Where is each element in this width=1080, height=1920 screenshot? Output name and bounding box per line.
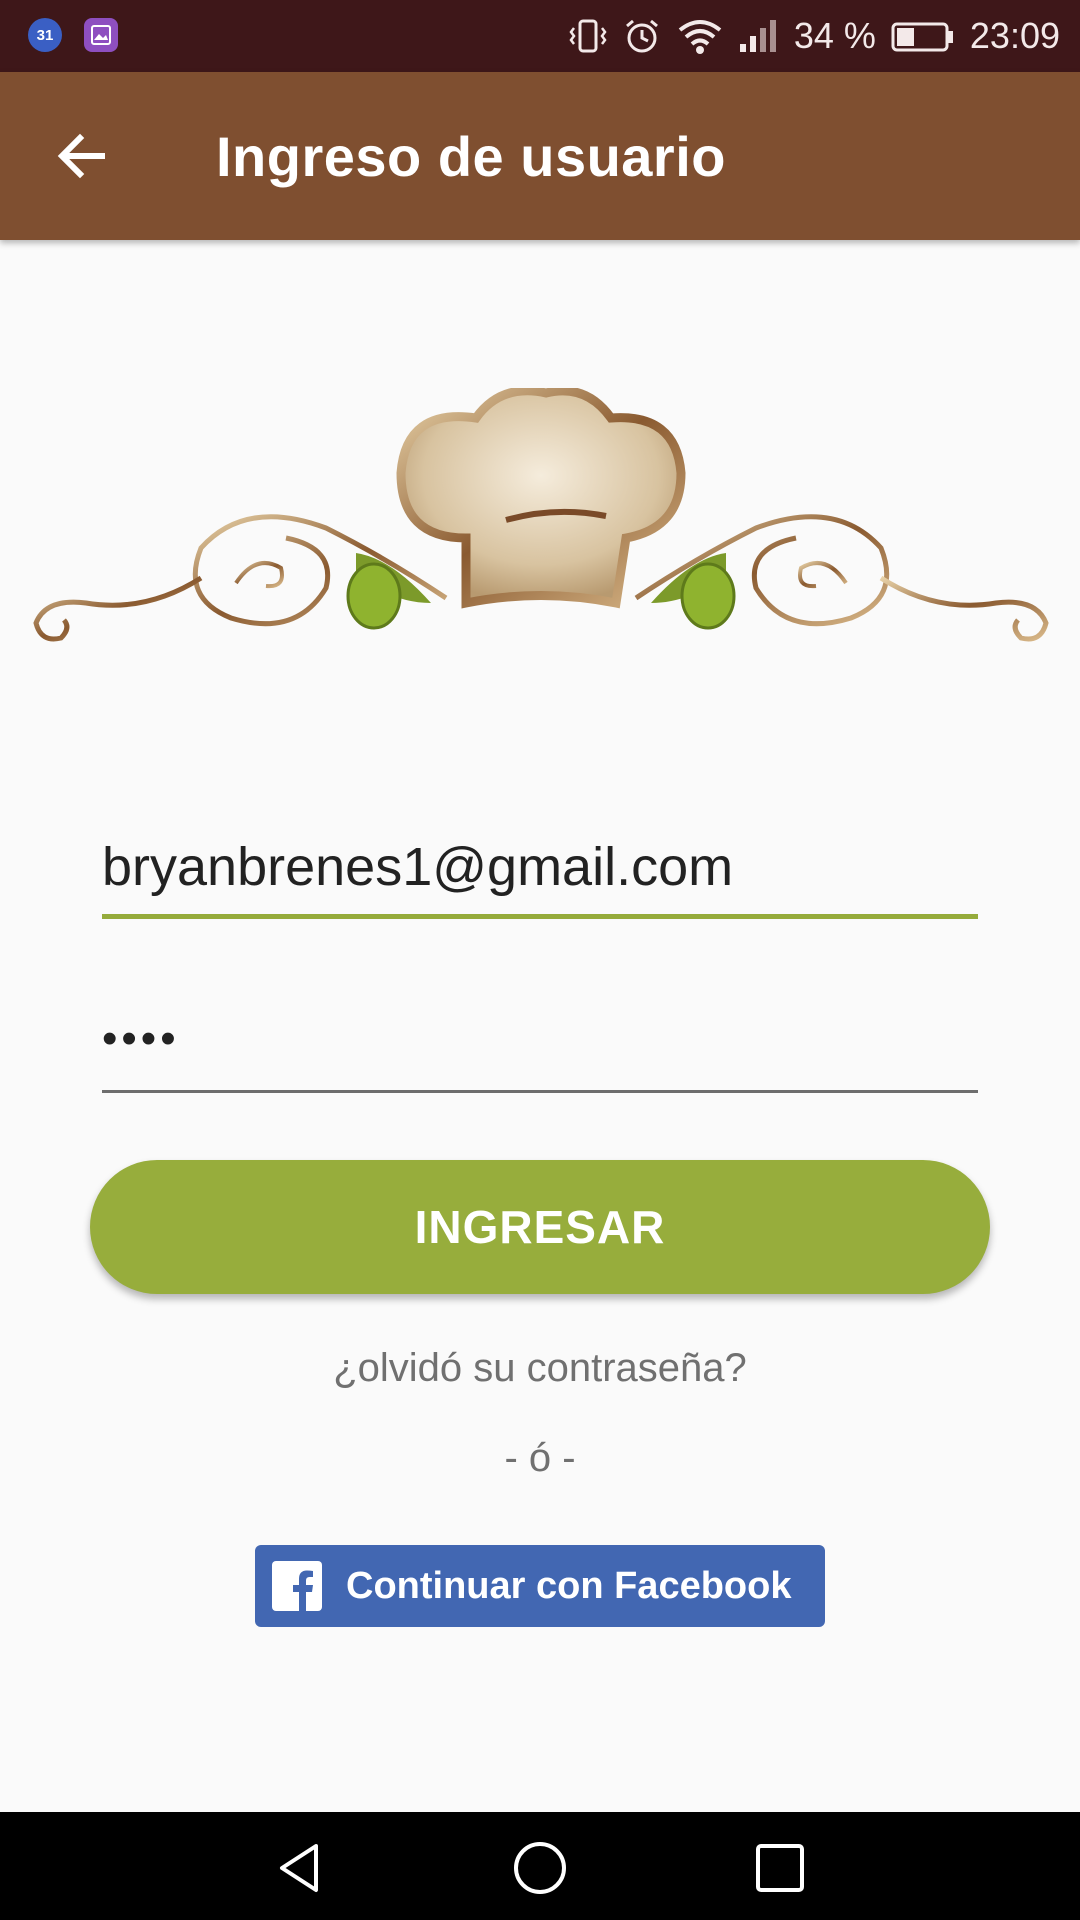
facebook-icon <box>272 1561 322 1611</box>
password-field[interactable]: •••• <box>102 1010 978 1093</box>
gallery-icon <box>84 18 118 52</box>
battery-icon <box>890 16 956 56</box>
chef-hat-logo <box>33 388 1049 642</box>
calendar-day: 31 <box>36 26 54 44</box>
home-nav-icon[interactable] <box>512 1840 568 1896</box>
status-bar: 31 34 % 23:09 <box>0 0 1080 72</box>
login-button-label: INGRESAR <box>414 1201 666 1253</box>
app-bar: Ingreso de usuario <box>0 72 1080 240</box>
clock: 23:09 <box>969 15 1060 56</box>
battery-percent: 34 % <box>793 15 876 56</box>
or-separator: - ó - <box>504 1436 576 1480</box>
calendar-icon: 31 <box>28 18 62 52</box>
arrow-back-icon <box>57 133 105 179</box>
back-button[interactable] <box>52 126 112 186</box>
forgot-password-link[interactable]: ¿olvidó su contraseña? <box>0 1346 1080 1391</box>
wifi-icon <box>676 16 724 56</box>
facebook-login-button[interactable]: Continuar con Facebook <box>255 1545 825 1627</box>
password-value: •••• <box>102 1014 180 1063</box>
email-value: bryanbrenes1@gmail.com <box>102 837 734 897</box>
back-nav-icon[interactable] <box>272 1840 328 1896</box>
facebook-button-label: Continuar con Facebook <box>346 1564 792 1607</box>
login-button[interactable]: INGRESAR <box>90 1160 990 1294</box>
navigation-bar <box>0 1812 1080 1920</box>
vibrate-icon <box>568 16 608 56</box>
signal-icon <box>738 16 780 56</box>
page-title: Ingreso de usuario <box>216 125 726 188</box>
alarm-icon <box>622 16 662 56</box>
email-field[interactable]: bryanbrenes1@gmail.com <box>102 830 978 919</box>
recents-nav-icon[interactable] <box>752 1840 808 1896</box>
